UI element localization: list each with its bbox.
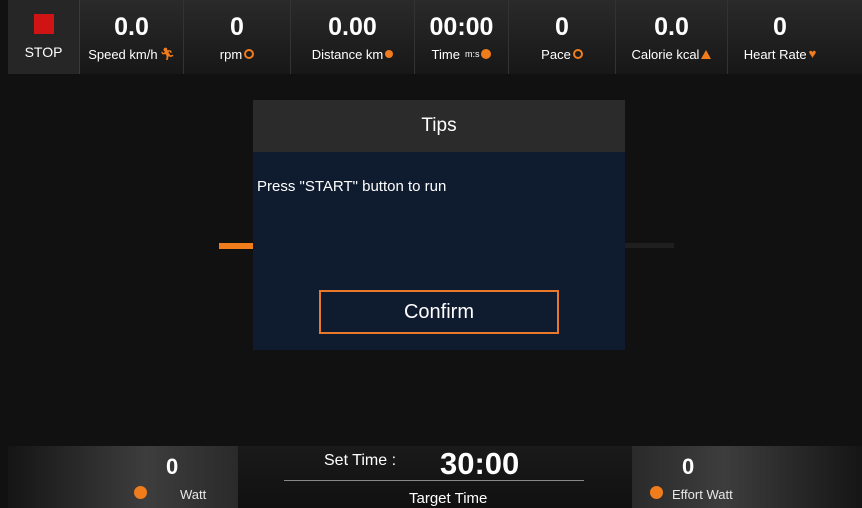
pace-icon (572, 49, 583, 59)
confirm-button[interactable]: Confirm (319, 290, 559, 334)
dialog-header: Tips (253, 100, 625, 152)
calorie-stat: 0.0 Calorie kcal (616, 0, 728, 74)
target-time-label: Target Time (409, 490, 488, 507)
tips-dialog: Tips Press "START" button to run Confirm (253, 100, 625, 350)
runner-icon: 🏃︎ (159, 47, 175, 61)
watt-panel: 0 Watt (8, 446, 238, 508)
set-time-label: Set Time : (324, 452, 397, 469)
watt-icon (134, 486, 147, 499)
time-value: 00:00 (429, 12, 494, 41)
divider (284, 480, 584, 481)
clock-icon (481, 49, 492, 59)
stop-icon (33, 14, 54, 34)
effort-watt-panel: 0 Effort Watt (632, 446, 862, 508)
time-label: Time (431, 46, 460, 62)
pace-stat: 0 Pace (509, 0, 616, 74)
time-unit: m:s (464, 49, 480, 59)
heart-icon: ♥ (808, 46, 817, 61)
watt-label: Watt (180, 487, 207, 502)
dialog-body: Press "START" button to run Confirm (253, 152, 625, 350)
target-time-panel: Set Time : 30:00 Target Time (238, 446, 632, 508)
distance-stat: 0.00 Distance km (291, 0, 415, 74)
speed-stat: 0.0 Speed km/h 🏃︎ (80, 0, 184, 74)
calorie-label: Calorie kcal (631, 46, 700, 62)
watt-value: 0 (166, 454, 179, 479)
heart-rate-label: Heart Rate (743, 46, 807, 62)
stop-label: STOP (24, 44, 63, 60)
time-stat: 00:00 Time m:s (415, 0, 509, 74)
bottom-bar: 0 Watt Set Time : 30:00 Target Time 0 Ef… (8, 446, 862, 508)
rpm-value: 0 (230, 12, 244, 41)
effort-watt-value: 0 (682, 454, 695, 479)
speed-value: 0.0 (114, 12, 149, 41)
distance-label: Distance km (311, 46, 384, 62)
set-time-value[interactable]: 30:00 (440, 446, 519, 482)
distance-icon (385, 50, 394, 58)
distance-value: 0.00 (328, 12, 377, 41)
rpm-icon (244, 49, 255, 59)
speed-label: Speed km/h (88, 46, 158, 62)
progress-bar-right (620, 243, 674, 248)
rpm-stat: 0 rpm (184, 0, 291, 74)
flame-icon (701, 49, 712, 59)
pace-value: 0 (555, 12, 569, 41)
heart-rate-stat: 0 Heart Rate ♥ (728, 0, 832, 74)
rpm-label: rpm (219, 46, 243, 62)
dialog-message: Press "START" button to run (257, 178, 447, 195)
calorie-value: 0.0 (654, 12, 689, 41)
dialog-title: Tips (421, 115, 457, 136)
effort-watt-icon (650, 486, 663, 499)
pace-label: Pace (541, 46, 571, 62)
stats-bar: STOP 0.0 Speed km/h 🏃︎ 0 rpm 0.00 Distan… (8, 0, 862, 74)
effort-watt-label: Effort Watt (672, 487, 733, 502)
stop-button[interactable]: STOP (8, 0, 80, 74)
heart-rate-value: 0 (773, 12, 787, 41)
